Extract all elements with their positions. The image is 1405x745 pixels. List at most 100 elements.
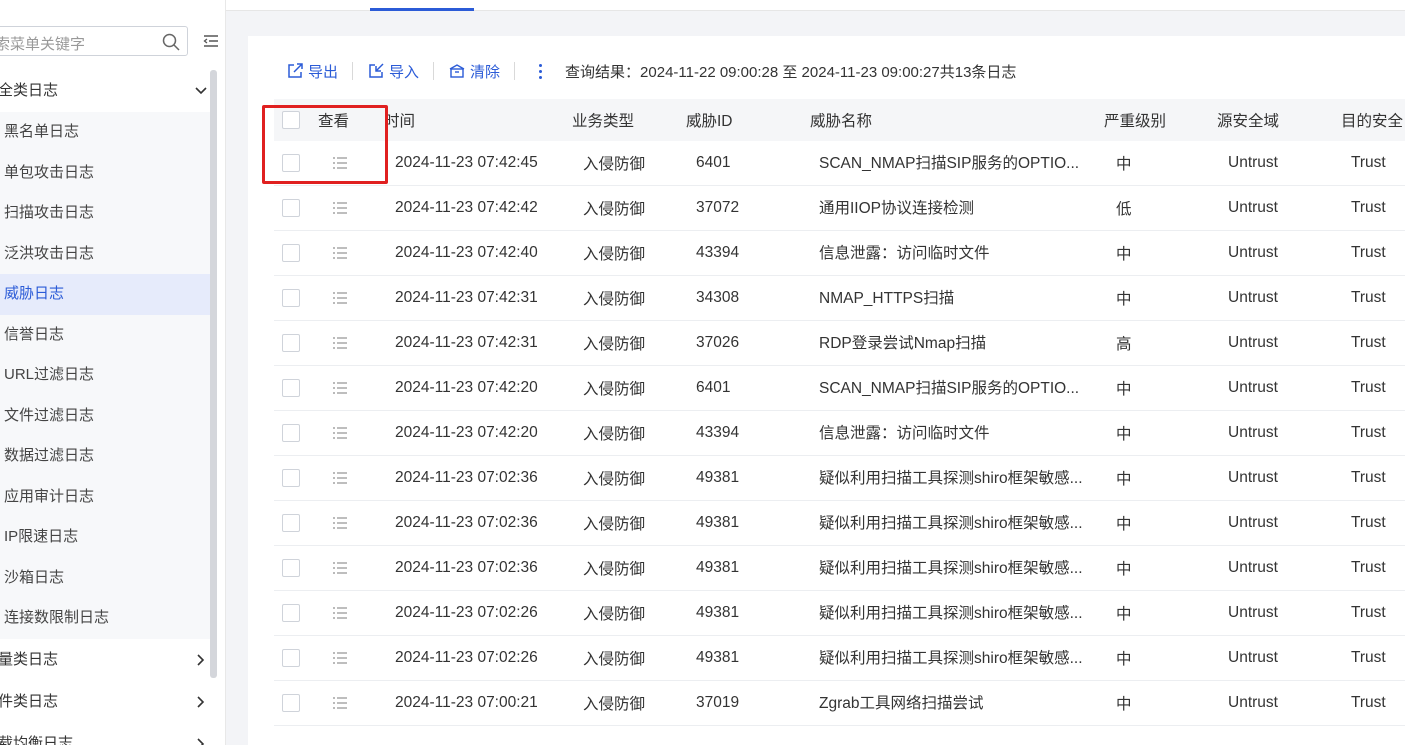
cell-threat-id: 37026 <box>696 334 740 351</box>
cell-source-zone: Untrust <box>1228 514 1278 531</box>
table-row[interactable]: 2024-11-23 07:42:20 入侵防御 6401 SCAN_NMAP扫描SI… <box>274 366 1405 411</box>
table-row[interactable]: 2024-11-23 07:02:26 入侵防御 49381 疑似利用扫描工具探测sh… <box>274 591 1405 636</box>
header-view[interactable]: 查看 <box>318 99 349 141</box>
table-row[interactable]: 2024-11-23 07:02:26 入侵防御 49381 疑似利用扫描工具探测sh… <box>274 636 1405 681</box>
view-detail-icon[interactable] <box>332 456 348 500</box>
header-type[interactable]: 业务类型 <box>572 99 634 141</box>
cell-source-zone: Untrust <box>1228 694 1278 711</box>
cell-dest-zone: Trust <box>1351 694 1386 711</box>
row-checkbox[interactable] <box>282 334 300 352</box>
sidebar-item[interactable]: 沙箱日志 <box>0 558 212 599</box>
export-button[interactable]: 导出 <box>286 61 338 82</box>
cell-time: 2024-11-23 07:42:31 <box>395 334 538 351</box>
sidebar-item[interactable]: 数据过滤日志 <box>0 436 212 477</box>
view-detail-icon[interactable] <box>332 546 348 590</box>
header-threat-id[interactable]: 威胁ID <box>686 99 733 141</box>
view-detail-icon[interactable] <box>332 276 348 320</box>
cell-source-zone: Untrust <box>1228 154 1278 171</box>
sidebar-item[interactable]: 应用审计日志 <box>0 477 212 518</box>
import-button[interactable]: 导入 <box>367 61 419 82</box>
row-checkbox[interactable] <box>282 694 300 712</box>
menu-group-all-logs[interactable]: 全类日志 <box>0 70 212 112</box>
row-checkbox[interactable] <box>282 379 300 397</box>
cell-threat-name: SCAN_NMAP扫描SIP服务的OPTIO... <box>819 155 1080 172</box>
cell-time: 2024-11-23 07:42:31 <box>395 289 538 306</box>
menu-group-flow-logs[interactable]: 量类日志 <box>0 638 212 681</box>
search-placeholder: 索菜单关键字 <box>0 36 86 53</box>
sidebar-item[interactable]: 单包攻击日志 <box>0 153 212 194</box>
header-threat-name[interactable]: 威胁名称 <box>810 99 872 141</box>
row-checkbox[interactable] <box>282 424 300 442</box>
row-select-cell <box>282 141 300 185</box>
view-detail-icon[interactable] <box>332 231 348 275</box>
view-detail-icon[interactable] <box>332 636 348 680</box>
sidebar-item[interactable]: URL过滤日志 <box>0 355 212 396</box>
row-checkbox[interactable] <box>282 244 300 262</box>
table-row[interactable]: 2024-11-23 07:00:21 入侵防御 37019 Zgrab工具网络扫描尝… <box>274 681 1405 726</box>
sidebar-item[interactable]: IP限速日志 <box>0 517 212 558</box>
table-row[interactable]: 2024-11-23 07:02:36 入侵防御 49381 疑似利用扫描工具探测sh… <box>274 501 1405 546</box>
sidebar-item[interactable]: 泛洪攻击日志 <box>0 234 212 275</box>
row-checkbox[interactable] <box>282 289 300 307</box>
sidebar-item[interactable]: 信誉日志 <box>0 315 212 356</box>
sidebar-scrollbar[interactable] <box>210 70 217 678</box>
table-row[interactable]: 2024-11-23 07:02:36 入侵防御 49381 疑似利用扫描工具探测sh… <box>274 546 1405 591</box>
header-time[interactable]: 时间 <box>384 99 415 141</box>
row-checkbox[interactable] <box>282 559 300 577</box>
cell-dest-zone: Trust <box>1351 604 1386 621</box>
sidebar-item[interactable]: 文件过滤日志 <box>0 396 212 437</box>
table-row[interactable]: 2024-11-23 07:42:42 入侵防御 37072 通用IIOP协议连接检测… <box>274 186 1405 231</box>
cell-threat-id: 49381 <box>696 604 740 621</box>
cell-dest-zone: Trust <box>1351 514 1386 531</box>
row-checkbox[interactable] <box>282 469 300 487</box>
select-all-checkbox[interactable] <box>282 111 300 129</box>
table-row[interactable]: 2024-11-23 07:42:40 入侵防御 43394 信息泄露：访问临时文件 中… <box>274 231 1405 276</box>
search-icon[interactable] <box>161 32 181 52</box>
table-row[interactable]: 2024-11-23 07:42:45 入侵防御 6401 SCAN_NMAP扫描SI… <box>274 141 1405 186</box>
menu-collapse-icon[interactable] <box>202 32 220 50</box>
view-detail-icon[interactable] <box>332 321 348 365</box>
view-detail-icon[interactable] <box>332 501 348 545</box>
row-checkbox[interactable] <box>282 514 300 532</box>
table-row[interactable]: 2024-11-23 07:42:20 入侵防御 43394 信息泄露：访问临时文件 中… <box>274 411 1405 456</box>
sidebar-item[interactable]: 扫描攻击日志 <box>0 193 212 234</box>
row-checkbox[interactable] <box>282 199 300 217</box>
cell-threat-id: 6401 <box>696 379 731 396</box>
cell-dest-zone: Trust <box>1351 649 1386 666</box>
view-detail-icon[interactable] <box>332 186 348 230</box>
toolbar-divider <box>352 62 354 80</box>
import-icon <box>369 63 384 78</box>
table-row[interactable]: 2024-11-23 07:42:31 入侵防御 37026 RDP登录尝试Nmap扫… <box>274 321 1405 366</box>
sidebar-item[interactable]: 连接数限制日志 <box>0 598 212 639</box>
view-detail-icon[interactable] <box>332 411 348 455</box>
view-detail-icon[interactable] <box>332 681 348 725</box>
clear-button[interactable]: 清除 <box>448 61 500 82</box>
table-row[interactable]: 2024-11-23 07:02:36 入侵防御 49381 疑似利用扫描工具探测sh… <box>274 456 1405 501</box>
row-select-cell <box>282 456 300 500</box>
menu-group-event-logs[interactable]: 件类日志 <box>0 680 212 723</box>
view-detail-icon[interactable] <box>332 591 348 635</box>
table-row[interactable]: 2024-11-23 07:42:31 入侵防御 34308 NMAP_HTTPS扫描… <box>274 276 1405 321</box>
header-dest-zone[interactable]: 目的安全 <box>1341 99 1403 141</box>
header-severity[interactable]: 严重级别 <box>1104 99 1166 141</box>
view-detail-icon[interactable] <box>332 366 348 410</box>
menu-search-input[interactable]: 索菜单关键字 <box>0 26 188 56</box>
cell-threat-name: 疑似利用扫描工具探测shiro框架敏感... <box>819 515 1083 532</box>
cell-threat-id: 37019 <box>696 694 740 711</box>
cell-time: 2024-11-23 07:02:26 <box>395 604 538 621</box>
view-detail-icon[interactable] <box>332 141 348 185</box>
sidebar-item[interactable]: 黑名单日志 <box>0 112 212 153</box>
cell-threat-name: 疑似利用扫描工具探测shiro框架敏感... <box>819 605 1083 622</box>
row-checkbox[interactable] <box>282 604 300 622</box>
cell-type: 入侵防御 <box>583 381 646 398</box>
sidebar-item[interactable]: 威胁日志 <box>0 274 212 315</box>
cell-source-zone: Untrust <box>1228 199 1278 216</box>
row-select-cell <box>282 276 300 320</box>
more-actions-icon[interactable] <box>537 62 543 80</box>
cell-threat-name: 疑似利用扫描工具探测shiro框架敏感... <box>819 470 1083 487</box>
menu-group-lb-logs[interactable]: 载均衡日志 <box>0 722 212 745</box>
row-checkbox[interactable] <box>282 154 300 172</box>
row-checkbox[interactable] <box>282 649 300 667</box>
header-source-zone[interactable]: 源安全域 <box>1217 99 1279 141</box>
cell-threat-id: 49381 <box>696 514 740 531</box>
